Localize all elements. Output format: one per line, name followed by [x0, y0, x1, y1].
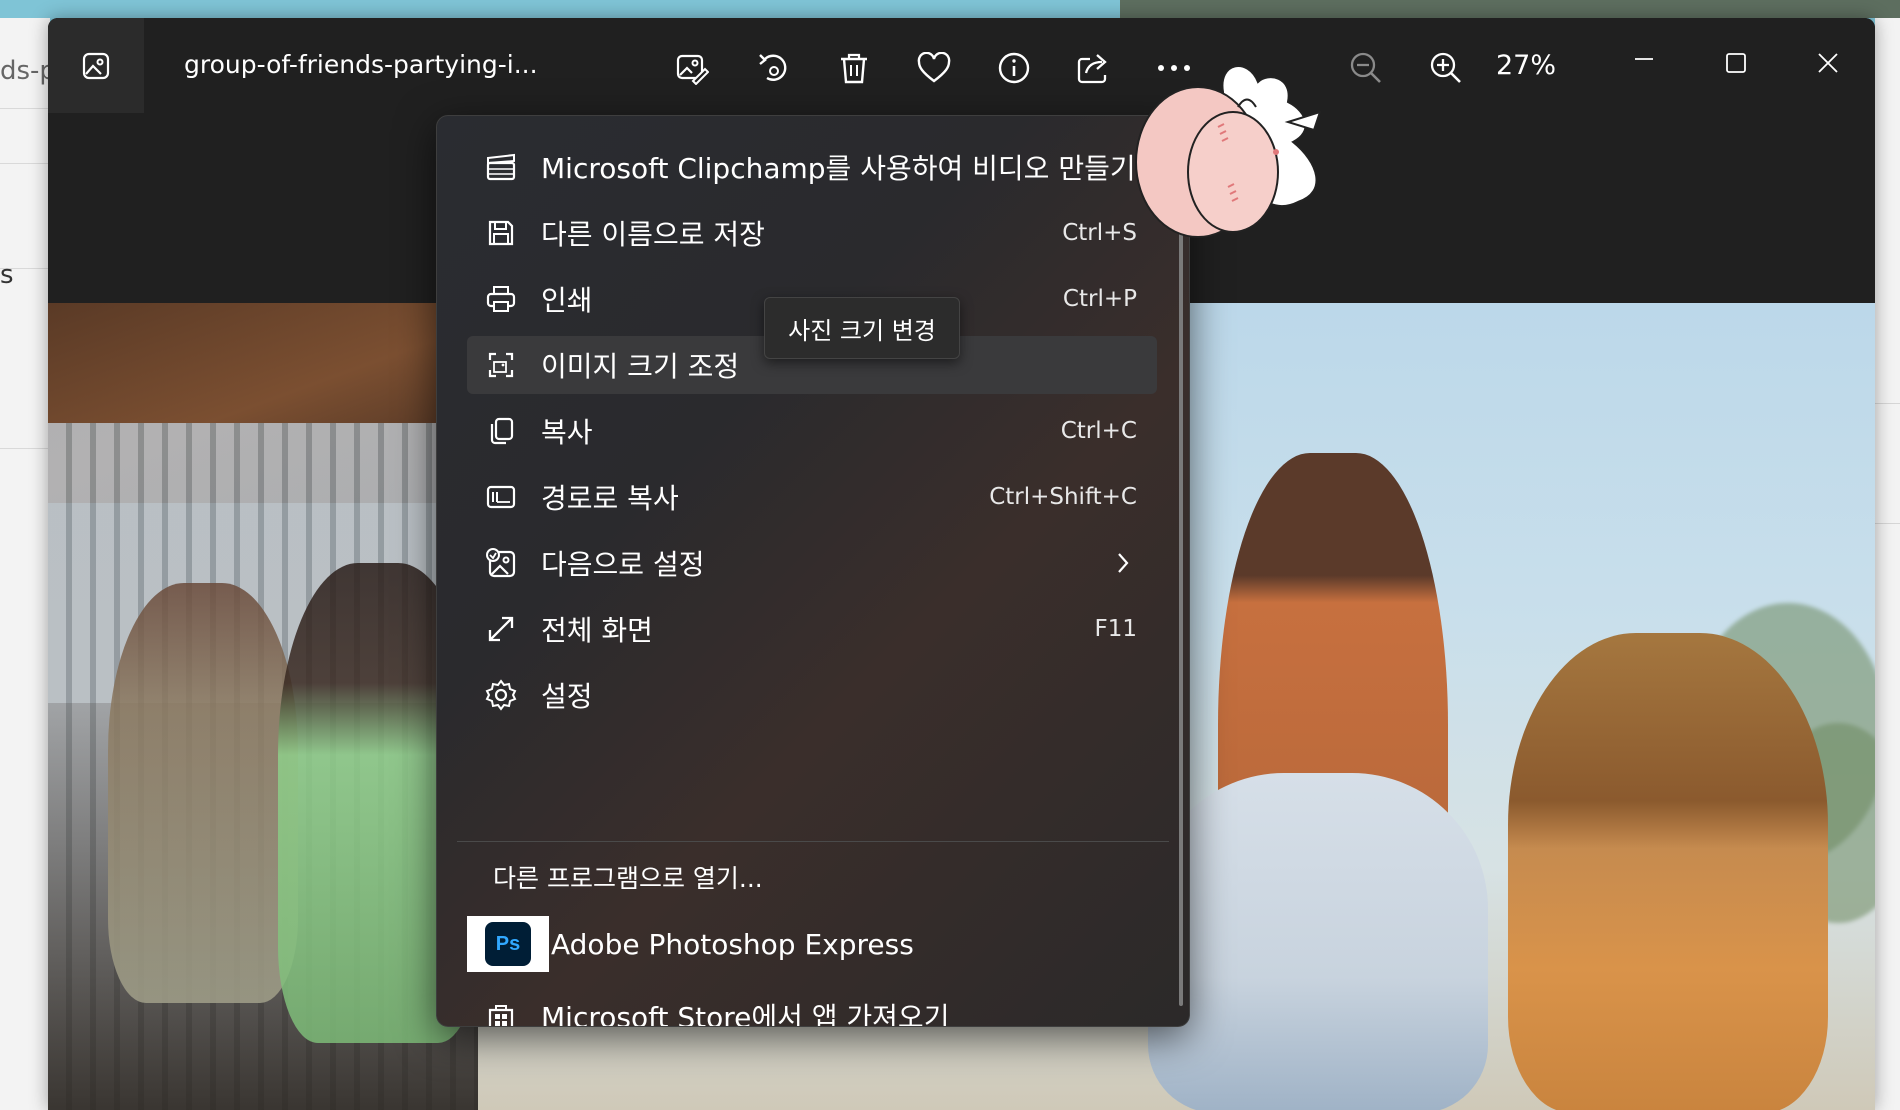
photo-person-sitting [1508, 633, 1828, 1110]
chevron-right-icon [1118, 553, 1129, 573]
menu-item-label: 복사 [541, 416, 593, 449]
menu-item-label: 다음으로 설정 [541, 548, 705, 581]
print-icon [486, 286, 516, 312]
minimize-icon [1635, 58, 1653, 60]
heart-icon [917, 52, 951, 83]
zoom-level[interactable]: 27% [1496, 50, 1556, 81]
file-title: group-of-friends-partying-i... [184, 50, 538, 79]
menu-item-copy[interactable]: 복사 Ctrl+C [467, 402, 1157, 460]
menu-item-label: 다른 이름으로 저장 [541, 218, 765, 251]
photos-app-icon [82, 52, 110, 79]
menu-item-label: Microsoft Clipchamp를 사용하여 비디오 만들기 [541, 152, 1136, 185]
desktop-background-window [1120, 0, 1900, 18]
zoom-in-icon [1430, 52, 1461, 83]
clapperboard-icon [486, 153, 516, 181]
share-icon [1077, 54, 1107, 84]
menu-item-clipchamp[interactable]: Microsoft Clipchamp를 사용하여 비디오 만들기 [467, 138, 1157, 196]
share-button[interactable] [1072, 46, 1116, 90]
menu-item-label: Adobe Photoshop Express [551, 927, 914, 961]
settings-icon [485, 679, 517, 711]
edit-image-button[interactable] [670, 46, 714, 90]
menu-item-label: 인쇄 [541, 284, 593, 317]
menu-item-shortcut: Ctrl+Shift+C [989, 484, 1137, 510]
minimize-button[interactable] [1614, 38, 1674, 88]
app-icon [48, 18, 144, 113]
open-with-heading[interactable]: 다른 프로그램으로 열기... [493, 859, 763, 895]
menu-item-shortcut: Ctrl+C [1060, 418, 1137, 444]
title-bar: group-of-friends-partying-i... 27% [48, 18, 1875, 113]
photo-person-left [108, 583, 298, 1003]
menu-item-copy-path[interactable]: 경로로 복사 Ctrl+Shift+C [467, 468, 1157, 526]
zoom-in-button[interactable] [1424, 46, 1468, 90]
menu-item-fullscreen[interactable]: 전체 화면 F11 [467, 600, 1157, 658]
maximize-icon [1726, 53, 1746, 73]
info-icon [998, 52, 1030, 84]
menu-item-shortcut: Ctrl+P [1062, 286, 1137, 312]
photo-person-front [1148, 773, 1488, 1110]
set-as-icon [486, 548, 516, 578]
store-icon [488, 1005, 514, 1026]
menu-divider [457, 841, 1169, 842]
rotate-icon [759, 54, 787, 81]
maximize-button[interactable] [1706, 38, 1766, 88]
background-window-letter: s [0, 260, 14, 290]
menu-item-settings[interactable]: 설정 [467, 666, 1157, 724]
menu-item-label: 경로로 복사 [541, 482, 679, 515]
menu-item-shortcut: F11 [1094, 616, 1138, 642]
background-window-left [0, 18, 50, 1110]
delete-button[interactable] [832, 46, 876, 90]
close-button[interactable] [1798, 38, 1858, 88]
menu-item-set-as[interactable]: 다음으로 설정 [467, 534, 1157, 592]
bunny-sticker-overlay [1135, 65, 1322, 238]
copy-path-icon [486, 485, 516, 509]
menu-item-label: 이미지 크기 조정 [541, 350, 740, 383]
menu-item-microsoft-store[interactable]: Microsoft Store에서 앱 가져오기 [467, 986, 1157, 1027]
fullscreen-icon [488, 616, 514, 642]
resize-tooltip: 사진 크기 변경 [764, 297, 960, 359]
resize-image-icon [488, 352, 514, 378]
photoshop-logo-badge: Ps [485, 922, 531, 966]
menu-item-label: 전체 화면 [541, 614, 653, 647]
copy-icon [490, 417, 514, 445]
photoshop-express-app-icon: Ps [467, 916, 549, 972]
menu-item-photoshop-express[interactable]: Ps Adobe Photoshop Express [467, 914, 1157, 974]
menu-item-label: Microsoft Store에서 앱 가져오기 [541, 1001, 950, 1027]
info-button[interactable] [992, 46, 1036, 90]
background-window-right [1875, 18, 1900, 1110]
edit-image-icon [676, 54, 709, 85]
favorite-button[interactable] [912, 46, 956, 90]
menu-item-label: 설정 [541, 680, 593, 713]
close-icon [1818, 53, 1838, 73]
trash-icon [841, 53, 867, 84]
menu-scrollbar[interactable] [1179, 136, 1183, 1006]
menu-item-shortcut: Ctrl+S [1062, 220, 1137, 246]
menu-item-save-as[interactable]: 다른 이름으로 저장 Ctrl+S [467, 204, 1157, 262]
save-icon [488, 220, 514, 246]
rotate-button[interactable] [752, 46, 796, 90]
more-options-menu: Microsoft Clipchamp를 사용하여 비디오 만들기 다른 이름으… [436, 115, 1190, 1027]
